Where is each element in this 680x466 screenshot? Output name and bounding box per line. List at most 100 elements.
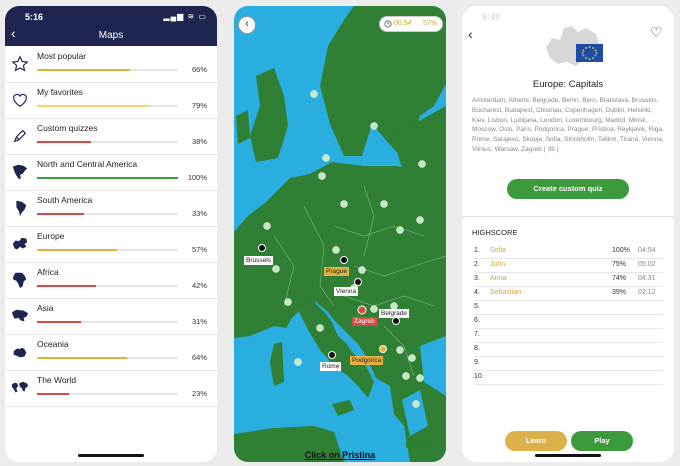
progress-value: 57% [191,245,207,254]
score-time: 04:31 [638,275,656,282]
score-percent: 100% [612,247,630,254]
list-item-label: The World [37,375,77,385]
highscore-row: 2. John 75% 05:02 [474,258,663,273]
highscore-row: 9. [474,356,663,371]
play-button[interactable]: Play [571,431,633,451]
score-time: 04:54 [638,247,656,254]
progress-fill [37,321,81,323]
page-title: Maps [98,30,124,41]
europe-map[interactable] [234,6,446,462]
rank: 5. [474,303,480,310]
highscore-row: 10. [474,370,663,385]
list-item-asia[interactable]: Asia 31% [5,298,217,335]
player-name: Sebastian [490,289,522,296]
progress-bar [37,357,178,359]
city-label[interactable]: Rome [320,362,342,371]
progress-value: 79% [191,101,207,110]
list-item-label: Most popular [37,51,87,61]
list-item-label: North and Central America [37,159,138,169]
score-percent: 74% [612,275,627,282]
progress-value: 66% [191,65,207,74]
progress-percent: 57% [422,20,437,27]
city-label[interactable]: Vienna [334,287,359,296]
star-icon [11,55,29,72]
europe-icon [12,237,28,250]
learn-button[interactable]: Learn [505,431,567,451]
highscore-row: 7. [474,328,663,343]
progress-bar [37,177,178,179]
create-custom-quiz-button[interactable]: Create custom quiz [507,179,629,199]
progress-fill [37,105,149,107]
score-time: 02:12 [638,289,656,296]
list-item-label: Asia [37,303,54,313]
africa-icon [12,272,27,289]
rank: 2. [474,261,480,268]
rank: 6. [474,317,480,324]
list-item-south-america[interactable]: South America 33% [5,190,217,227]
heart-icon [13,93,27,107]
favorite-heart-icon[interactable]: ♡ [650,24,663,41]
quiz-map-screen: ‹ 00:54 57% Brussels Prague Vienna Zagre… [234,6,446,462]
rank: 10. [474,373,484,380]
progress-value: 33% [191,209,207,218]
list-item-the-world[interactable]: The World 23% [5,370,217,407]
progress-bar [37,249,178,251]
progress-fill [37,69,131,71]
progress-fill [37,393,70,395]
list-item-africa[interactable]: Africa 42% [5,262,217,299]
quiz-title: Europe: Capitals [532,79,604,90]
progress-value: 64% [191,353,207,362]
city-label[interactable]: Belgrade [379,309,410,318]
list-item-label: My favorites [37,87,83,97]
city-label[interactable]: Zagreb [352,317,377,326]
status-icons: ▂▄▆ ≋ ▭ [163,12,207,21]
oceania-icon [13,347,27,358]
timer-value: 00:54 [394,20,412,27]
status-time: 9:49 [482,12,501,22]
progress-fill [37,213,84,215]
progress-fill [37,357,128,359]
rank: 3. [474,275,480,282]
progress-bar [37,141,178,143]
progress-fill [37,249,118,251]
asia-icon [11,309,29,322]
highscore-row: 6. [474,314,663,329]
score-percent: 39% [612,289,627,296]
progress-value: 42% [191,281,207,290]
city-label[interactable]: Podgorica [350,356,384,365]
score-time: 05:02 [638,261,656,268]
question-prompt: Click on Pristina [304,450,376,460]
rank: 9. [474,359,480,366]
list-item-custom-quizzes[interactable]: Custom quizzes 38% [5,118,217,155]
progress-bar [37,105,178,107]
rank: 7. [474,331,480,338]
list-item-most-popular[interactable]: Most popular 66% [5,46,217,83]
city-label[interactable]: Brussels [244,256,273,265]
progress-value: 23% [191,389,207,398]
europe-flag-map-icon [546,26,603,66]
list-item-label: Europe [37,231,65,241]
list-item-oceania[interactable]: Oceania 64% [5,334,217,371]
home-indicator [78,454,144,457]
back-button[interactable]: ‹ [238,16,256,34]
world-icon [11,381,29,393]
progress-bar [37,285,178,287]
progress-fill [37,285,97,287]
list-item-north-and-central-america[interactable]: North and Central America 100% [5,154,217,191]
status-time: 5:16 [25,12,44,22]
highscore-row: 5. [474,300,663,315]
progress-bar [37,69,178,71]
score-percent: 75% [612,261,627,268]
south-america-icon [16,200,27,217]
list-item-europe[interactable]: Europe 57% [5,226,217,263]
north-america-icon [12,164,28,180]
highscore-row: 1. Sofia 100% 04:54 [474,244,663,259]
highscore-row: 3. Anna 74% 04:31 [474,272,663,287]
list-item-label: South America [37,195,93,205]
list-item-my-favorites[interactable]: My favorites 79% [5,82,217,119]
back-icon[interactable]: ‹ [468,26,473,42]
list-item-label: Oceania [37,339,69,349]
player-name: Sofia [490,247,506,254]
city-label[interactable]: Prague [324,267,349,276]
highscore-heading: HIGHSCORE [472,228,518,237]
